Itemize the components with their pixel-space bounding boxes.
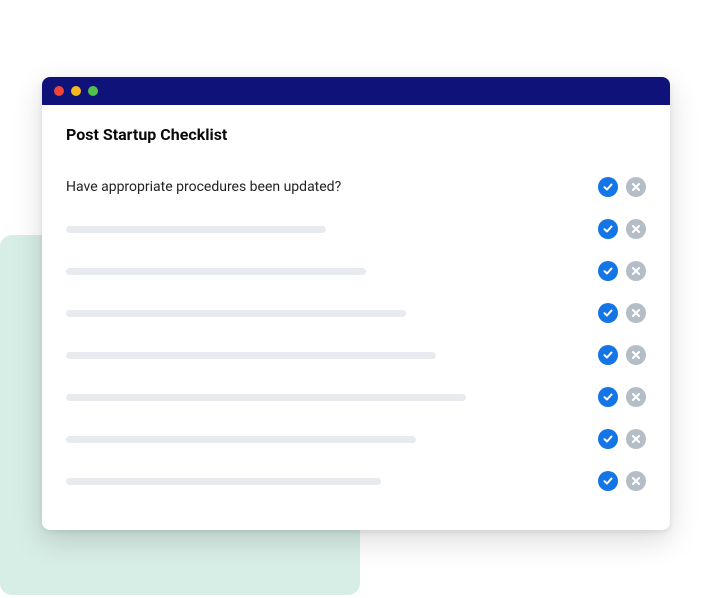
check-icon[interactable]: [598, 387, 618, 407]
x-icon[interactable]: [626, 471, 646, 491]
checklist-item-actions: [598, 471, 646, 491]
check-icon[interactable]: [598, 345, 618, 365]
check-icon[interactable]: [598, 429, 618, 449]
checklist-item-actions: [598, 177, 646, 197]
checklist-item: Have appropriate procedures been updated…: [66, 166, 646, 208]
checklist-item: [66, 334, 646, 376]
window-content: Post Startup Checklist Have appropriate …: [42, 105, 670, 512]
check-icon[interactable]: [598, 471, 618, 491]
x-icon[interactable]: [626, 345, 646, 365]
x-icon[interactable]: [626, 429, 646, 449]
minimize-icon[interactable]: [71, 86, 81, 96]
x-icon[interactable]: [626, 303, 646, 323]
checklist-item: [66, 376, 646, 418]
checklist-item-placeholder: [66, 436, 416, 443]
checklist-item-placeholder: [66, 226, 326, 233]
maximize-icon[interactable]: [88, 86, 98, 96]
checklist-item-placeholder: [66, 394, 466, 401]
check-icon[interactable]: [598, 261, 618, 281]
checklist-item: [66, 208, 646, 250]
checklist-item: [66, 250, 646, 292]
check-icon[interactable]: [598, 303, 618, 323]
checklist-item-actions: [598, 345, 646, 365]
check-icon[interactable]: [598, 219, 618, 239]
checklist-item-actions: [598, 387, 646, 407]
app-window: Post Startup Checklist Have appropriate …: [42, 77, 670, 530]
checklist-item-placeholder: [66, 310, 406, 317]
checklist-item: [66, 460, 646, 502]
checklist-item-placeholder: [66, 268, 366, 275]
checklist-item-placeholder: [66, 352, 436, 359]
checklist-item-placeholder: [66, 478, 381, 485]
checklist-item-actions: [598, 219, 646, 239]
check-icon[interactable]: [598, 177, 618, 197]
x-icon[interactable]: [626, 219, 646, 239]
page-title: Post Startup Checklist: [66, 125, 646, 144]
checklist-item-text: Have appropriate procedures been updated…: [66, 179, 341, 195]
close-icon[interactable]: [54, 86, 64, 96]
window-titlebar: [42, 77, 670, 105]
checklist-item-actions: [598, 429, 646, 449]
x-icon[interactable]: [626, 177, 646, 197]
x-icon[interactable]: [626, 387, 646, 407]
x-icon[interactable]: [626, 261, 646, 281]
checklist-item: [66, 418, 646, 460]
checklist-item: [66, 292, 646, 334]
checklist-item-actions: [598, 261, 646, 281]
checklist-item-actions: [598, 303, 646, 323]
checklist: Have appropriate procedures been updated…: [66, 166, 646, 502]
